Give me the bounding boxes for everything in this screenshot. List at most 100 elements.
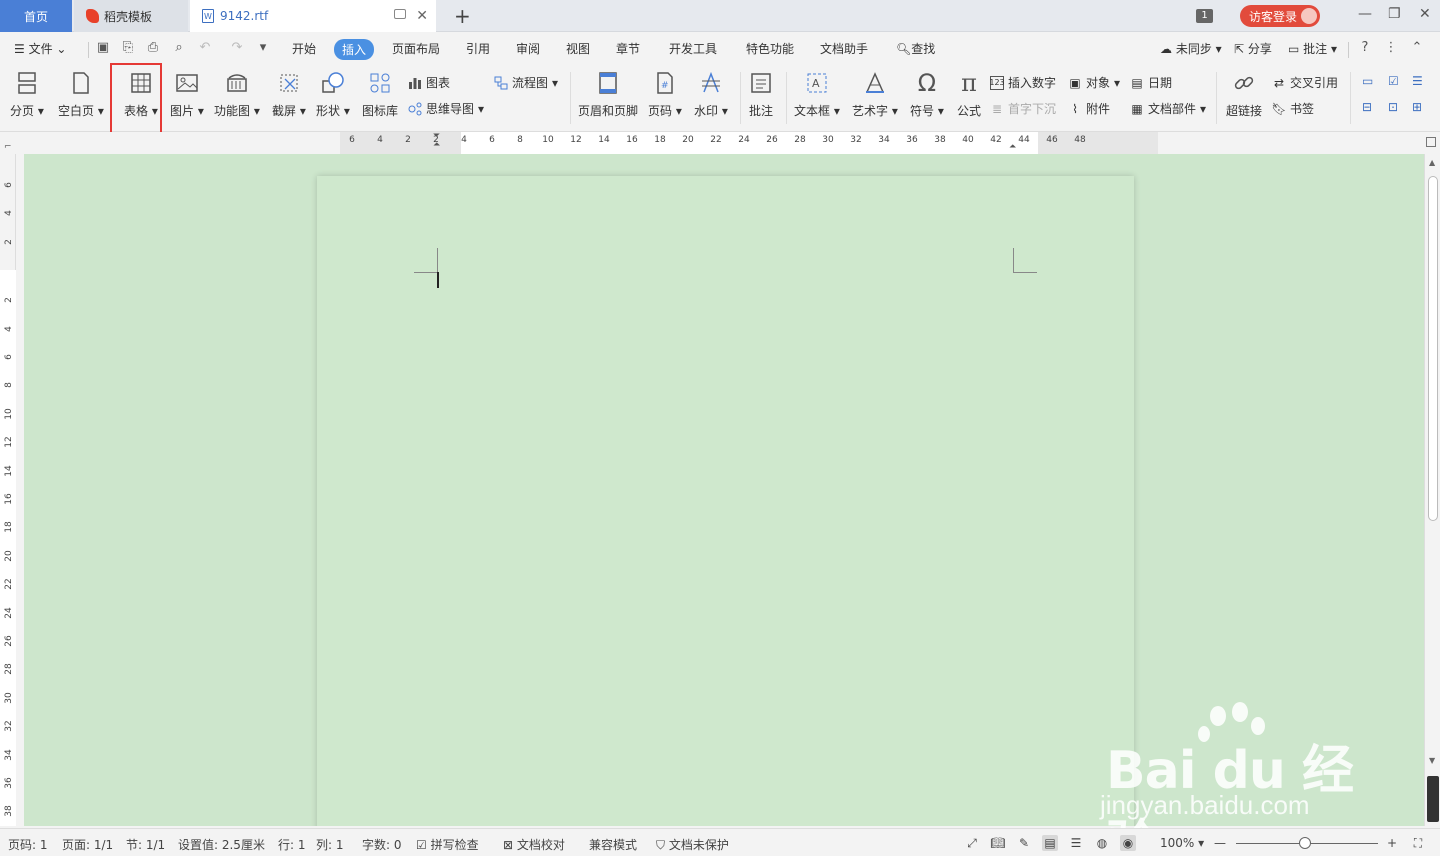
zoom-in-icon[interactable]: + (1384, 835, 1400, 851)
checkbox-control-icon[interactable]: ☑ (1388, 74, 1399, 88)
zoom-slider-thumb[interactable] (1299, 837, 1311, 849)
close-tab-icon[interactable]: ✕ (416, 8, 428, 24)
page-break-button[interactable]: 分页 ▾ (10, 70, 44, 119)
menu-review[interactable]: 审阅 (516, 40, 540, 57)
proofread-button[interactable]: ⊠ 文档校对 (503, 836, 565, 853)
icon-library-button[interactable]: 图标库 (362, 70, 398, 119)
share-button[interactable]: ⇱ 分享 (1234, 40, 1272, 57)
scroll-down-icon[interactable]: ▼ (1429, 756, 1435, 765)
menu-insert[interactable]: 插入 (334, 39, 375, 60)
blank-page-button[interactable]: 空白页 ▾ (58, 70, 104, 119)
watermark-button[interactable]: 水印 ▾ (694, 70, 728, 119)
eye-protection-icon[interactable]: ◉ (1120, 835, 1136, 851)
collapse-ribbon-icon[interactable]: ⌃ (1410, 41, 1424, 55)
menu-dev-tools[interactable]: 开发工具 (669, 40, 717, 57)
reading-view-icon[interactable]: 📖︎ (990, 835, 1006, 851)
screenshot-button[interactable]: 截屏 ▾ (272, 70, 306, 119)
menu-view[interactable]: 视图 (566, 40, 590, 57)
mindmap-button[interactable]: 思维导图 ▾ (408, 100, 484, 117)
header-footer-button[interactable]: 页眉和页脚 (578, 70, 638, 119)
page-number-button[interactable]: # 页码 ▾ (648, 70, 682, 119)
customize-toolbar-icon[interactable]: ▾ (256, 41, 270, 55)
indent-marker-icon[interactable]: ⏷ ⏶ (433, 132, 440, 150)
form-field-icon[interactable]: ▭ (1362, 74, 1373, 88)
drop-cap-button[interactable]: ≣ 首字下沉 (990, 100, 1056, 117)
fit-window-icon[interactable]: ⛶ (1410, 835, 1426, 851)
new-tab-button[interactable]: + (454, 4, 471, 28)
find-button[interactable]: 🔍︎查找 (896, 40, 935, 57)
menu-references[interactable]: 引用 (466, 40, 490, 57)
outline-view-icon[interactable]: ☰ (1068, 835, 1084, 851)
object-button[interactable]: ▣ 对象 ▾ (1068, 74, 1120, 91)
function-chart-button[interactable]: 功能图 ▾ (214, 70, 260, 119)
close-window-icon[interactable]: ✕ (1419, 6, 1431, 22)
insert-number-button[interactable]: 123 插入数字 (989, 74, 1056, 91)
page-navigator[interactable] (1427, 776, 1439, 822)
menu-doc-assistant[interactable]: 文档助手 (820, 40, 868, 57)
textbox-button[interactable]: A 文本框 ▾ (794, 70, 840, 119)
date-button[interactable]: ▤ 日期 (1130, 74, 1172, 91)
save-icon[interactable]: ▣ (96, 41, 110, 55)
doc-parts-button[interactable]: ▦ 文档部件 ▾ (1130, 100, 1206, 117)
window-count-badge[interactable]: 1 (1196, 9, 1213, 23)
flowchart-button[interactable]: 流程图 ▾ (494, 74, 558, 91)
page-view-icon[interactable]: ▤ (1042, 835, 1058, 851)
redo-icon[interactable]: ↷ (230, 41, 244, 55)
float-window-icon[interactable] (394, 9, 406, 19)
attachment-button[interactable]: ⌇ 附件 (1068, 100, 1110, 117)
table-button[interactable]: 表格 ▾ (124, 70, 158, 119)
status-column[interactable]: 列: 1 (316, 836, 344, 853)
hyperlink-button[interactable]: 超链接 (1226, 70, 1262, 119)
undo-icon[interactable]: ↶ (198, 41, 212, 55)
print-preview-icon[interactable]: ⌕ (172, 41, 186, 55)
status-word-count[interactable]: 字数: 0 (362, 836, 402, 853)
minimize-icon[interactable]: — (1358, 6, 1372, 22)
formula-button[interactable]: π 公式 (956, 69, 982, 119)
shape-button[interactable]: 形状 ▾ (316, 70, 350, 119)
section-control-icon[interactable]: ⊟ (1362, 100, 1372, 114)
more-icon[interactable]: ⋮ (1384, 41, 1398, 55)
restore-icon[interactable]: ❐ (1388, 6, 1401, 22)
tab-document[interactable]: W 9142.rtf ✕ (190, 0, 436, 32)
fullscreen-icon[interactable]: ⤢ (964, 835, 980, 851)
date-control-icon[interactable]: ⊞ (1412, 100, 1422, 114)
help-icon[interactable]: ? (1358, 41, 1372, 55)
web-view-icon[interactable]: ◍ (1094, 835, 1110, 851)
document-page[interactable] (317, 176, 1134, 826)
status-section[interactable]: 节: 1/1 (126, 836, 165, 853)
tab-home[interactable]: 首页 (0, 0, 72, 32)
vertical-ruler[interactable]: 6 4 2 2 4 6 8 10 12 14 16 18 20 22 24 26 28 30 32 34 36 38 (0, 154, 16, 826)
menu-start[interactable]: 开始 (292, 40, 316, 57)
pen-icon[interactable]: ✎ (1016, 835, 1032, 851)
ruler-corner-icon[interactable]: ⌐ (4, 142, 12, 152)
annotation-button[interactable]: 批注 (748, 70, 774, 119)
list-control-icon[interactable]: ☰ (1412, 74, 1423, 88)
file-menu[interactable]: ☰ 文件 ⌄ (14, 40, 66, 57)
chart-button[interactable]: 图表 (408, 74, 450, 91)
scroll-up-icon[interactable]: ▲ (1429, 158, 1435, 167)
tab-daoke-templates[interactable]: 稻壳模板 (74, 0, 188, 32)
picture-control-icon[interactable]: ⊡ (1388, 100, 1398, 114)
ruler-toggle-icon[interactable] (1426, 137, 1436, 147)
print-icon[interactable]: ⎙ (146, 41, 160, 55)
status-pages[interactable]: 页面: 1/1 (62, 836, 113, 853)
right-indent-marker-icon[interactable]: ⏶ (1009, 142, 1016, 152)
spell-check-button[interactable]: ☑ 拼写检查 (416, 836, 479, 853)
comment-menu-button[interactable]: ▭ 批注 ▾ (1288, 40, 1337, 57)
menu-page-layout[interactable]: 页面布局 (392, 40, 440, 57)
menu-chapter[interactable]: 章节 (616, 40, 640, 57)
status-setting-value[interactable]: 设置值: 2.5厘米 (178, 836, 265, 853)
picture-button[interactable]: 图片 ▾ (170, 70, 204, 119)
vertical-scrollbar[interactable]: ▲ ▼ (1424, 154, 1440, 826)
horizontal-ruler[interactable]: 6 4 2 2 4 6 8 10 12 14 16 18 20 22 24 26 28 30 32 34 36 38 40 4… (24, 132, 1424, 154)
status-page-number[interactable]: 页码: 1 (8, 836, 48, 853)
symbol-button[interactable]: Ω 符号 ▾ (910, 69, 944, 119)
zoom-out-icon[interactable]: — (1212, 835, 1228, 851)
wordart-button[interactable]: 艺术字 ▾ (852, 70, 898, 119)
output-icon[interactable]: ⎘ (121, 41, 135, 55)
menu-special-features[interactable]: 特色功能 (746, 40, 794, 57)
protection-button[interactable]: ⛉ 文档未保护 (656, 836, 729, 853)
bookmark-button[interactable]: 🔖︎ 书签 (1271, 100, 1314, 117)
status-row[interactable]: 行: 1 (278, 836, 306, 853)
scrollbar-thumb[interactable] (1428, 176, 1438, 521)
